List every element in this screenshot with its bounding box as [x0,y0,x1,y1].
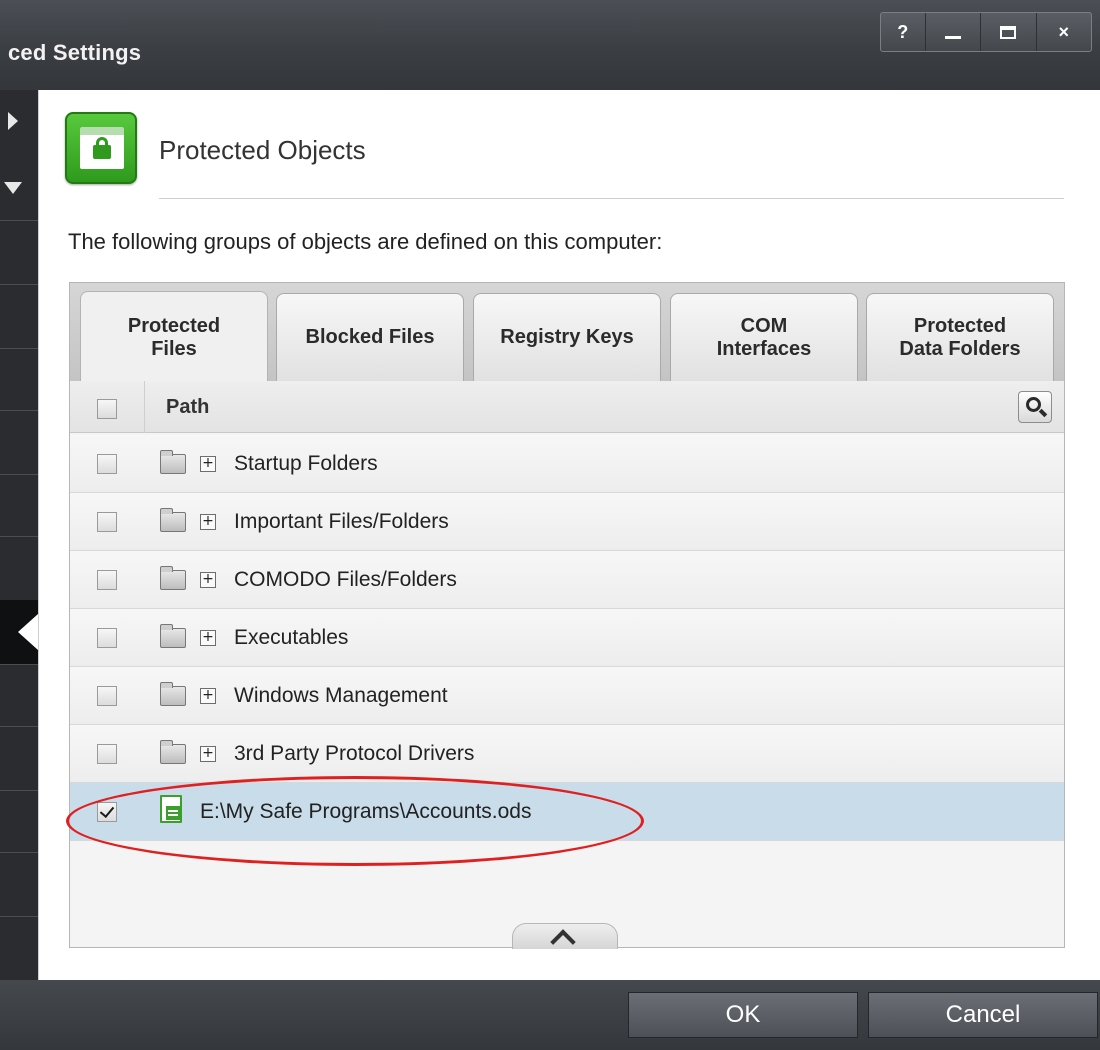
grid-header: Path [70,381,1064,433]
table-row[interactable]: + Startup Folders [70,435,1064,493]
object-list: + Startup Folders + Important Files/Fold… [70,435,1064,841]
spreadsheet-file-icon [160,795,182,823]
folder-icon [160,740,186,764]
table-row-selected[interactable]: E:\My Safe Programs\Accounts.ods [70,783,1064,841]
column-separator [144,381,145,433]
window-titlebar: ced Settings ? × [0,0,1100,90]
maximize-button[interactable] [980,13,1035,51]
row-label: Executables [234,626,349,649]
row-label: Startup Folders [234,452,378,475]
row-label: 3rd Party Protocol Drivers [234,742,475,765]
collapse-panel-button[interactable] [512,923,618,955]
nav-separator [0,916,38,917]
intro-text: The following groups of objects are defi… [68,229,663,254]
row-label: Important Files/Folders [234,510,449,533]
close-icon: × [1058,21,1069,42]
tab-protected-data-folders[interactable]: Protected Data Folders [866,293,1054,381]
left-nav [0,90,38,980]
row-checkbox[interactable] [97,744,117,764]
window-glyph-bar [80,127,124,135]
search-button[interactable] [1018,391,1052,423]
table-row[interactable]: + 3rd Party Protocol Drivers [70,725,1064,783]
tab-com-interfaces[interactable]: COM Interfaces [670,293,858,381]
table-row[interactable]: + Windows Management [70,667,1064,725]
row-checkbox[interactable] [97,628,117,648]
expand-plus-icon[interactable]: + [200,514,216,530]
chevron-up-icon [550,929,576,955]
protected-objects-lock-icon [65,112,137,184]
row-label: Windows Management [234,684,448,707]
tab-label: Protected Data Folders [899,314,1021,360]
collapse-arrow-icon[interactable] [4,182,22,194]
header-divider [159,198,1064,199]
expand-plus-icon[interactable]: + [200,572,216,588]
expand-arrow-icon[interactable] [8,112,18,130]
help-button[interactable]: ? [881,13,925,51]
row-checkbox[interactable] [97,454,117,474]
dialog-footer: OK Cancel [0,980,1100,1050]
maximize-icon [1000,25,1017,39]
lock-body [93,145,111,159]
nav-separator [0,726,38,727]
active-pointer-icon [18,614,38,650]
nav-separator [0,220,38,221]
path-column-header[interactable]: Path [166,396,209,419]
nav-separator [0,536,38,537]
page-title: Protected Objects [159,135,366,165]
close-button[interactable]: × [1035,13,1091,51]
minimize-button[interactable] [924,13,980,51]
folder-icon [160,450,186,474]
tab-blocked-files[interactable]: Blocked Files [276,293,464,381]
nav-separator [0,284,38,285]
nav-separator [0,474,38,475]
tab-label: Protected Files [127,314,221,360]
window-glyph [80,127,124,169]
folder-icon [160,566,186,590]
nav-separator [0,348,38,349]
tab-protected-files[interactable]: Protected Files [80,291,268,383]
table-row[interactable]: + Executables [70,609,1064,667]
ok-button[interactable]: OK [628,992,858,1038]
expand-plus-icon[interactable]: + [200,688,216,704]
row-checkbox[interactable] [97,570,117,590]
folder-icon [160,682,186,706]
expand-plus-icon[interactable]: + [200,456,216,472]
row-checkbox[interactable] [97,686,117,706]
expand-plus-icon[interactable]: + [200,630,216,646]
table-row[interactable]: + Important Files/Folders [70,493,1064,551]
folder-icon [160,624,186,648]
main-panel: Protected Objects The following groups o… [38,90,1100,980]
window-controls: ? × [880,12,1092,52]
window-title: ced Settings [8,40,142,65]
help-icon: ? [897,21,909,42]
select-all-checkbox[interactable] [97,399,117,419]
tab-registry-keys[interactable]: Registry Keys [473,293,661,381]
expand-plus-icon[interactable]: + [200,746,216,762]
cancel-button[interactable]: Cancel [868,992,1098,1038]
search-icon-handle [1038,408,1048,418]
row-checkbox[interactable] [97,512,117,532]
nav-separator [0,852,38,853]
nav-separator [0,790,38,791]
tab-label: COM Interfaces [716,314,812,360]
minimize-icon [944,35,961,39]
row-checkbox-checked[interactable] [97,802,117,822]
row-label: E:\My Safe Programs\Accounts.ods [200,800,532,823]
objects-tabs: Protected Files Blocked Files Registry Ke… [69,282,1065,955]
folder-icon [160,508,186,532]
nav-separator [0,664,38,665]
table-row[interactable]: + COMODO Files/Folders [70,551,1064,609]
nav-separator [0,410,38,411]
row-label: COMODO Files/Folders [234,568,457,591]
tab-strip: Protected Files Blocked Files Registry Ke… [70,283,1064,383]
